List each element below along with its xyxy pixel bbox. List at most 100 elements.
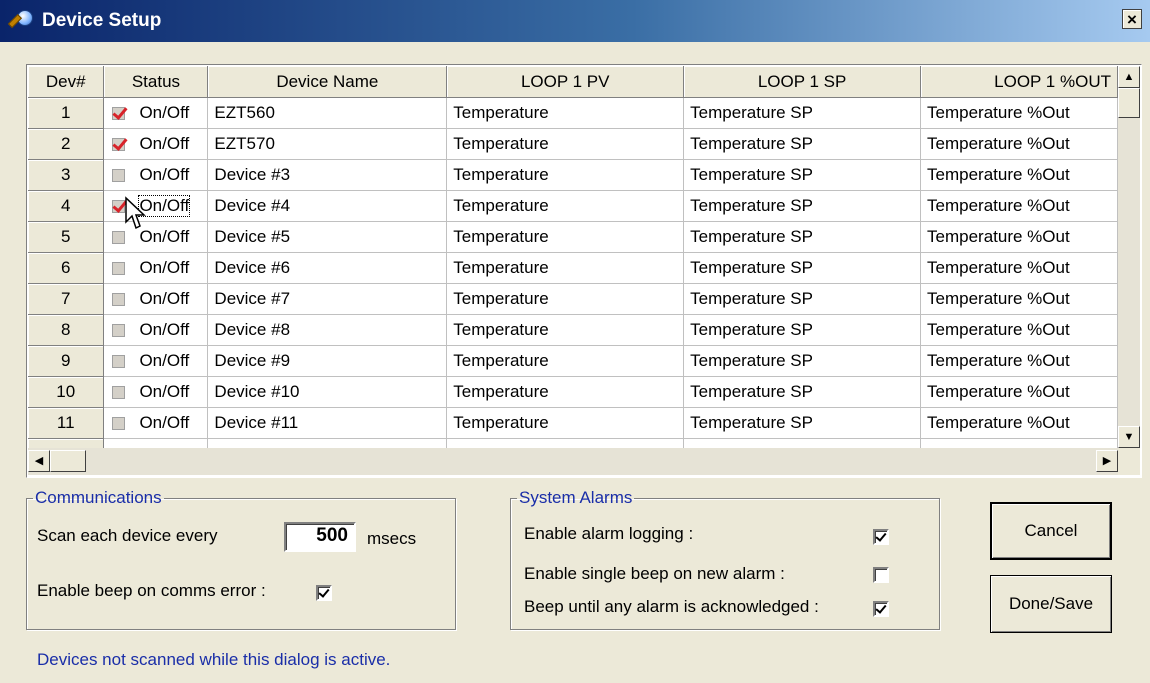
loop1-out-cell[interactable]: Temperature %Out — [920, 407, 1118, 439]
loop1-out-cell[interactable]: Temperature %Out — [920, 221, 1118, 253]
table-row[interactable]: 7 On/Off Device #7 Temperature Temperature S… — [28, 283, 1118, 315]
loop1-out-cell[interactable]: Temperature %Out — [920, 97, 1118, 129]
table-row[interactable]: 4 On/Off Device #4 Temperature Temperature S… — [28, 190, 1118, 222]
loop1-pv-cell[interactable]: Temperature — [446, 407, 685, 439]
loop1-sp-cell[interactable]: Temperature SP — [683, 97, 922, 129]
status-cell[interactable]: On/Off — [103, 407, 209, 439]
loop1-pv-cell[interactable]: Temperature — [446, 314, 685, 346]
scan-interval-input[interactable]: 500 — [284, 522, 356, 552]
loop1-out-cell[interactable]: Temperature %Out — [920, 190, 1118, 222]
device-name-cell[interactable]: Device #5 — [207, 221, 448, 253]
scroll-right-button[interactable]: ▶ — [1096, 450, 1118, 472]
device-name-cell[interactable]: EZT570 — [207, 128, 448, 160]
comms-beep-checkbox[interactable] — [316, 585, 332, 601]
close-button[interactable]: × — [1122, 9, 1142, 29]
loop1-pv-cell[interactable] — [446, 438, 685, 448]
status-cell[interactable]: On/Off — [103, 345, 209, 377]
table-row[interactable]: 9 On/Off Device #9 Temperature Temperature S… — [28, 345, 1118, 377]
loop1-pv-cell[interactable]: Temperature — [446, 221, 685, 253]
column-header-loop1-sp[interactable]: LOOP 1 SP — [683, 66, 922, 98]
done-save-button[interactable]: Done/Save — [990, 575, 1112, 633]
loop1-sp-cell[interactable]: Temperature SP — [683, 376, 922, 408]
loop1-sp-cell[interactable]: Temperature SP — [683, 314, 922, 346]
loop1-out-cell[interactable] — [920, 438, 1118, 448]
status-checkbox[interactable] — [112, 416, 126, 430]
device-name-cell[interactable]: Device #10 — [207, 376, 448, 408]
table-row[interactable]: 5 On/Off Device #5 Temperature Temperature S… — [28, 221, 1118, 253]
status-checkbox[interactable] — [112, 230, 126, 244]
loop1-pv-cell[interactable]: Temperature — [446, 345, 685, 377]
status-checkbox[interactable] — [112, 261, 126, 275]
table-row[interactable]: 1 On/Off EZT560 Temperature Temperature SP Te… — [28, 97, 1118, 129]
loop1-sp-cell[interactable]: Temperature SP — [683, 159, 922, 191]
loop1-out-cell[interactable]: Temperature %Out — [920, 283, 1118, 315]
loop1-pv-cell[interactable]: Temperature — [446, 128, 685, 160]
column-header-dev[interactable]: Dev# — [28, 66, 105, 98]
status-cell[interactable]: On/Off — [103, 314, 209, 346]
cancel-button[interactable]: Cancel — [990, 502, 1112, 560]
status-cell[interactable]: On/Off — [103, 221, 209, 253]
status-cell[interactable]: On/Off — [103, 97, 209, 129]
loop1-sp-cell[interactable] — [683, 438, 922, 448]
loop1-sp-cell[interactable]: Temperature SP — [683, 252, 922, 284]
status-checkbox[interactable] — [112, 323, 126, 337]
status-cell[interactable]: On/Off — [103, 376, 209, 408]
loop1-sp-cell[interactable]: Temperature SP — [683, 283, 922, 315]
table-row[interactable]: 6 On/Off Device #6 Temperature Temperature S… — [28, 252, 1118, 284]
status-checkbox[interactable] — [112, 354, 126, 368]
device-name-cell[interactable]: Device #7 — [207, 283, 448, 315]
loop1-pv-cell[interactable]: Temperature — [446, 252, 685, 284]
vertical-scrollbar[interactable]: ▲ ▼ — [1118, 66, 1140, 448]
status-checkbox[interactable] — [112, 106, 126, 120]
table-row[interactable]: 8 On/Off Device #8 Temperature Temperature S… — [28, 314, 1118, 346]
column-header-device-name[interactable]: Device Name — [207, 66, 448, 98]
loop1-out-cell[interactable]: Temperature %Out — [920, 128, 1118, 160]
table-row[interactable]: 10 On/Off Device #10 Temperature Temperature… — [28, 376, 1118, 408]
status-checkbox[interactable] — [112, 137, 126, 151]
device-name-cell[interactable]: Device #11 — [207, 407, 448, 439]
scroll-up-button[interactable]: ▲ — [1118, 66, 1140, 88]
table-row[interactable]: 3 On/Off Device #3 Temperature Temperature S… — [28, 159, 1118, 191]
loop1-out-cell[interactable]: Temperature %Out — [920, 159, 1118, 191]
column-header-status[interactable]: Status — [103, 66, 209, 98]
loop1-out-cell[interactable]: Temperature %Out — [920, 252, 1118, 284]
single-beep-checkbox[interactable] — [873, 567, 889, 583]
horizontal-scrollbar[interactable]: ◀ ▶ — [28, 448, 1118, 475]
loop1-pv-cell[interactable]: Temperature — [446, 159, 685, 191]
device-name-cell[interactable]: Device #8 — [207, 314, 448, 346]
loop1-sp-cell[interactable]: Temperature SP — [683, 128, 922, 160]
loop1-out-cell[interactable]: Temperature %Out — [920, 345, 1118, 377]
loop1-sp-cell[interactable]: Temperature SP — [683, 407, 922, 439]
loop1-sp-cell[interactable]: Temperature SP — [683, 345, 922, 377]
status-checkbox[interactable] — [112, 292, 126, 306]
loop1-pv-cell[interactable]: Temperature — [446, 97, 685, 129]
table-row[interactable]: 2 On/Off EZT570 Temperature Temperature SP Te… — [28, 128, 1118, 160]
status-cell[interactable]: On/Off — [103, 128, 209, 160]
column-header-loop1-pv[interactable]: LOOP 1 PV — [446, 66, 685, 98]
status-cell[interactable]: On/Off — [103, 159, 209, 191]
loop1-out-cell[interactable]: Temperature %Out — [920, 314, 1118, 346]
loop1-pv-cell[interactable]: Temperature — [446, 376, 685, 408]
scroll-down-button[interactable]: ▼ — [1118, 426, 1140, 448]
loop1-sp-cell[interactable]: Temperature SP — [683, 190, 922, 222]
loop1-sp-cell[interactable]: Temperature SP — [683, 221, 922, 253]
status-cell[interactable]: On/Off — [103, 252, 209, 284]
device-name-cell[interactable]: Device #9 — [207, 345, 448, 377]
alarm-logging-checkbox[interactable] — [873, 529, 889, 545]
device-name-cell[interactable]: Device #3 — [207, 159, 448, 191]
table-row[interactable] — [28, 438, 1118, 448]
horizontal-scroll-thumb[interactable] — [50, 450, 86, 472]
device-name-cell[interactable]: EZT560 — [207, 97, 448, 129]
status-cell[interactable]: On/Off — [103, 190, 209, 222]
device-name-cell[interactable]: Device #6 — [207, 252, 448, 284]
loop1-pv-cell[interactable]: Temperature — [446, 190, 685, 222]
loop1-out-cell[interactable]: Temperature %Out — [920, 376, 1118, 408]
loop1-pv-cell[interactable]: Temperature — [446, 283, 685, 315]
status-cell[interactable] — [103, 438, 209, 448]
status-checkbox[interactable] — [112, 168, 126, 182]
status-cell[interactable]: On/Off — [103, 283, 209, 315]
status-checkbox[interactable] — [112, 385, 126, 399]
vertical-scroll-thumb[interactable] — [1118, 88, 1140, 118]
beep-until-ack-checkbox[interactable] — [873, 601, 889, 617]
device-name-cell[interactable] — [207, 438, 448, 448]
